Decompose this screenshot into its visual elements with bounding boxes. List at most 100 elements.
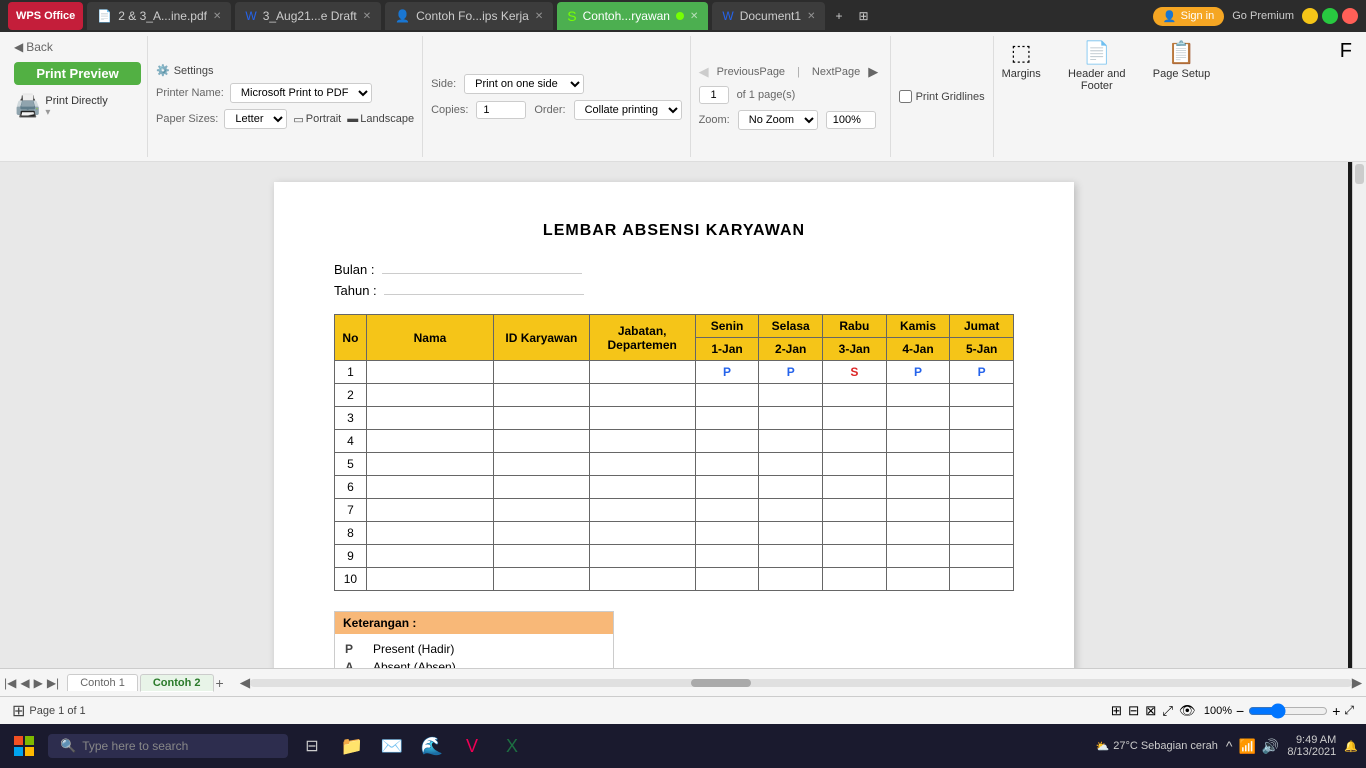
close-button[interactable] — [1342, 8, 1358, 24]
zoom-select[interactable]: No Zoom — [738, 110, 818, 130]
zoom-fit-btn[interactable]: ⤢ — [1344, 703, 1354, 718]
sheet-tab-2[interactable]: Contoh 2 — [140, 674, 214, 692]
prev-sheet-btn[interactable]: ◀ — [20, 676, 29, 690]
speaker-icon[interactable]: 🔊 — [1262, 738, 1279, 755]
chevron-up-icon[interactable]: ^ — [1226, 738, 1233, 755]
zoom-out-btn[interactable]: − — [1236, 703, 1244, 719]
scroll-right-btn[interactable]: ▶ — [1352, 675, 1362, 691]
copies-row: Copies: Order: Collate printing — [431, 100, 681, 120]
page-number-input[interactable] — [699, 86, 729, 104]
taskbar-right: ⛅ 27°C Sebagian cerah ^ 📶 🔊 9:49 AM 8/13… — [1096, 734, 1359, 758]
paper-size-select[interactable]: Letter — [224, 109, 287, 129]
sheet-tab-1[interactable]: Contoh 1 — [67, 674, 138, 691]
legend-code-p: P — [345, 642, 361, 656]
th-jumat: Jumat — [950, 315, 1014, 338]
side-select[interactable]: Print on one side — [464, 74, 584, 94]
legend-item-a: A Absent (Absen) — [345, 660, 603, 668]
portrait-button[interactable]: ▭ Portrait — [293, 113, 341, 126]
view-normal-btn[interactable]: ⊞ — [1111, 703, 1122, 719]
search-bar[interactable]: 🔍 Type here to search — [48, 734, 288, 758]
printer-name-select[interactable]: Microsoft Print to PDF — [230, 83, 372, 103]
tab-wps[interactable]: WPS Office — [8, 2, 83, 30]
new-tab-btn[interactable]: + — [829, 2, 848, 30]
tab-close-ryawan[interactable]: ✕ — [690, 11, 698, 22]
print-directly-arrow[interactable]: ▾ — [45, 107, 50, 118]
tab-close-draft[interactable]: ✕ — [363, 11, 371, 22]
th-kamis: Kamis — [886, 315, 950, 338]
view-layout-btn[interactable]: ⊟ — [1128, 703, 1139, 719]
copies-label: Copies: — [431, 104, 468, 116]
zoom-slider[interactable] — [1248, 703, 1328, 719]
sheet-tab-1-label: Contoh 1 — [80, 677, 125, 689]
back-button[interactable]: ◀ Back — [14, 40, 141, 54]
scroll-left-btn[interactable]: ◀ — [240, 675, 250, 691]
notification-icon[interactable]: 🔔 — [1344, 740, 1358, 753]
header-footer-icon: 📄 — [1083, 40, 1110, 66]
print-preview-button[interactable]: Print Preview — [14, 62, 141, 85]
print-gridlines-label[interactable]: Print Gridlines — [899, 90, 985, 103]
windows-taskbar: 🔍 Type here to search ⊟ 📁 ✉️ 🌊 V X ⛅ 27°… — [0, 724, 1366, 768]
minimize-button[interactable] — [1302, 8, 1318, 24]
next-page-button[interactable]: ▶ — [868, 64, 878, 80]
h-scrollbar-track[interactable] — [250, 679, 1352, 687]
zoom-in-btn[interactable]: + — [1332, 703, 1340, 719]
first-sheet-btn[interactable]: |◀ — [4, 676, 16, 690]
scrollbar-thumb-top[interactable] — [1355, 164, 1364, 184]
legend-desc-a: Absent (Absen) — [373, 660, 456, 668]
tab-pdf[interactable]: 📄 2 & 3_A...ine.pdf ✕ — [87, 2, 231, 30]
tab-close-doc1[interactable]: ✕ — [807, 11, 815, 22]
tab-close-pdf[interactable]: ✕ — [213, 11, 221, 22]
tab-ryawan[interactable]: S Contoh...ryawan ✕ — [557, 2, 708, 30]
add-sheet-button[interactable]: + — [216, 675, 224, 691]
last-sheet-btn[interactable]: ▶| — [47, 676, 59, 690]
taskbar-excel[interactable]: X — [496, 730, 528, 762]
taskbar-file-explorer[interactable]: 📁 — [336, 730, 368, 762]
maximize-button[interactable] — [1322, 8, 1338, 24]
legend-box: Keterangan : P Present (Hadir) A Absent … — [334, 611, 614, 668]
tab-doc1[interactable]: W Document1 ✕ — [712, 2, 825, 30]
start-button[interactable] — [8, 730, 40, 762]
cell-selasa-1: P — [759, 361, 823, 384]
wifi-icon[interactable]: 📶 — [1238, 738, 1255, 755]
tab-label-ryawan: Contoh...ryawan — [583, 9, 670, 23]
tab-fo[interactable]: 👤 Contoh Fo...ips Kerja ✕ — [385, 2, 553, 30]
copies-input[interactable] — [476, 101, 526, 119]
taskbar-vivaldi[interactable]: V — [456, 730, 488, 762]
print-directly-label[interactable]: Print Directly — [45, 95, 107, 107]
status-bar: ⊞ Page 1 of 1 ⊞ ⊟ ⊠ ⤢ 👁 100% − + ⤢ — [0, 696, 1366, 724]
view-mode-buttons: ⊞ ⊟ ⊠ ⤢ 👁 — [1111, 703, 1196, 719]
view-fullscreen-btn[interactable]: ⤢ — [1162, 703, 1173, 719]
table-row: 1 P P S P P — [335, 361, 1014, 384]
landscape-button[interactable]: ▬ Landscape — [347, 113, 414, 125]
order-select[interactable]: Collate printing — [574, 100, 682, 120]
sign-in-button[interactable]: 👤 Sign in — [1153, 7, 1224, 26]
header-footer-section[interactable]: 📄 Header and Footer — [1049, 36, 1145, 157]
tab-close-fo[interactable]: ✕ — [535, 11, 543, 22]
tab-list-btn[interactable]: ⊞ — [852, 2, 874, 30]
view-page-btn[interactable]: ⊠ — [1145, 703, 1156, 719]
taskbar-task-view[interactable]: ⊟ — [296, 730, 328, 762]
scrollbar-track — [1353, 186, 1366, 668]
taskbar-mail[interactable]: ✉️ — [376, 730, 408, 762]
extra-toolbar-btn[interactable]: F — [1334, 36, 1358, 157]
margins-section[interactable]: ⬚ Margins — [994, 36, 1049, 157]
paper-size-label: Paper Sizes: — [156, 113, 218, 125]
taskbar-clock[interactable]: 9:49 AM 8/13/2021 — [1287, 734, 1336, 758]
page-nav-row: ◀ PreviousPage | NextPage ▶ — [699, 64, 882, 80]
settings-button[interactable]: ⚙️ Settings — [156, 64, 414, 77]
prev-page-button[interactable]: ◀ — [699, 64, 709, 80]
taskbar-edge[interactable]: 🌊 — [416, 730, 448, 762]
page-setup-section[interactable]: 📋 Page Setup — [1145, 36, 1219, 157]
h-scrollbar-thumb[interactable] — [691, 679, 751, 687]
tab-draft[interactable]: W 3_Aug21...e Draft ✕ — [235, 2, 381, 30]
zoom-input[interactable] — [826, 111, 876, 129]
right-scrollbar[interactable] — [1352, 162, 1366, 668]
view-zoom-btn[interactable]: 👁 — [1179, 703, 1196, 719]
table-row: 5 — [335, 453, 1014, 476]
legend-code-a: A — [345, 660, 361, 668]
next-sheet-btn[interactable]: ▶ — [34, 676, 43, 690]
side-label: Side: — [431, 78, 456, 90]
print-gridlines-checkbox[interactable] — [899, 90, 912, 103]
premium-button[interactable]: Go Premium — [1232, 10, 1294, 22]
bottom-scrollbar[interactable]: ◀ ▶ — [240, 675, 1362, 691]
